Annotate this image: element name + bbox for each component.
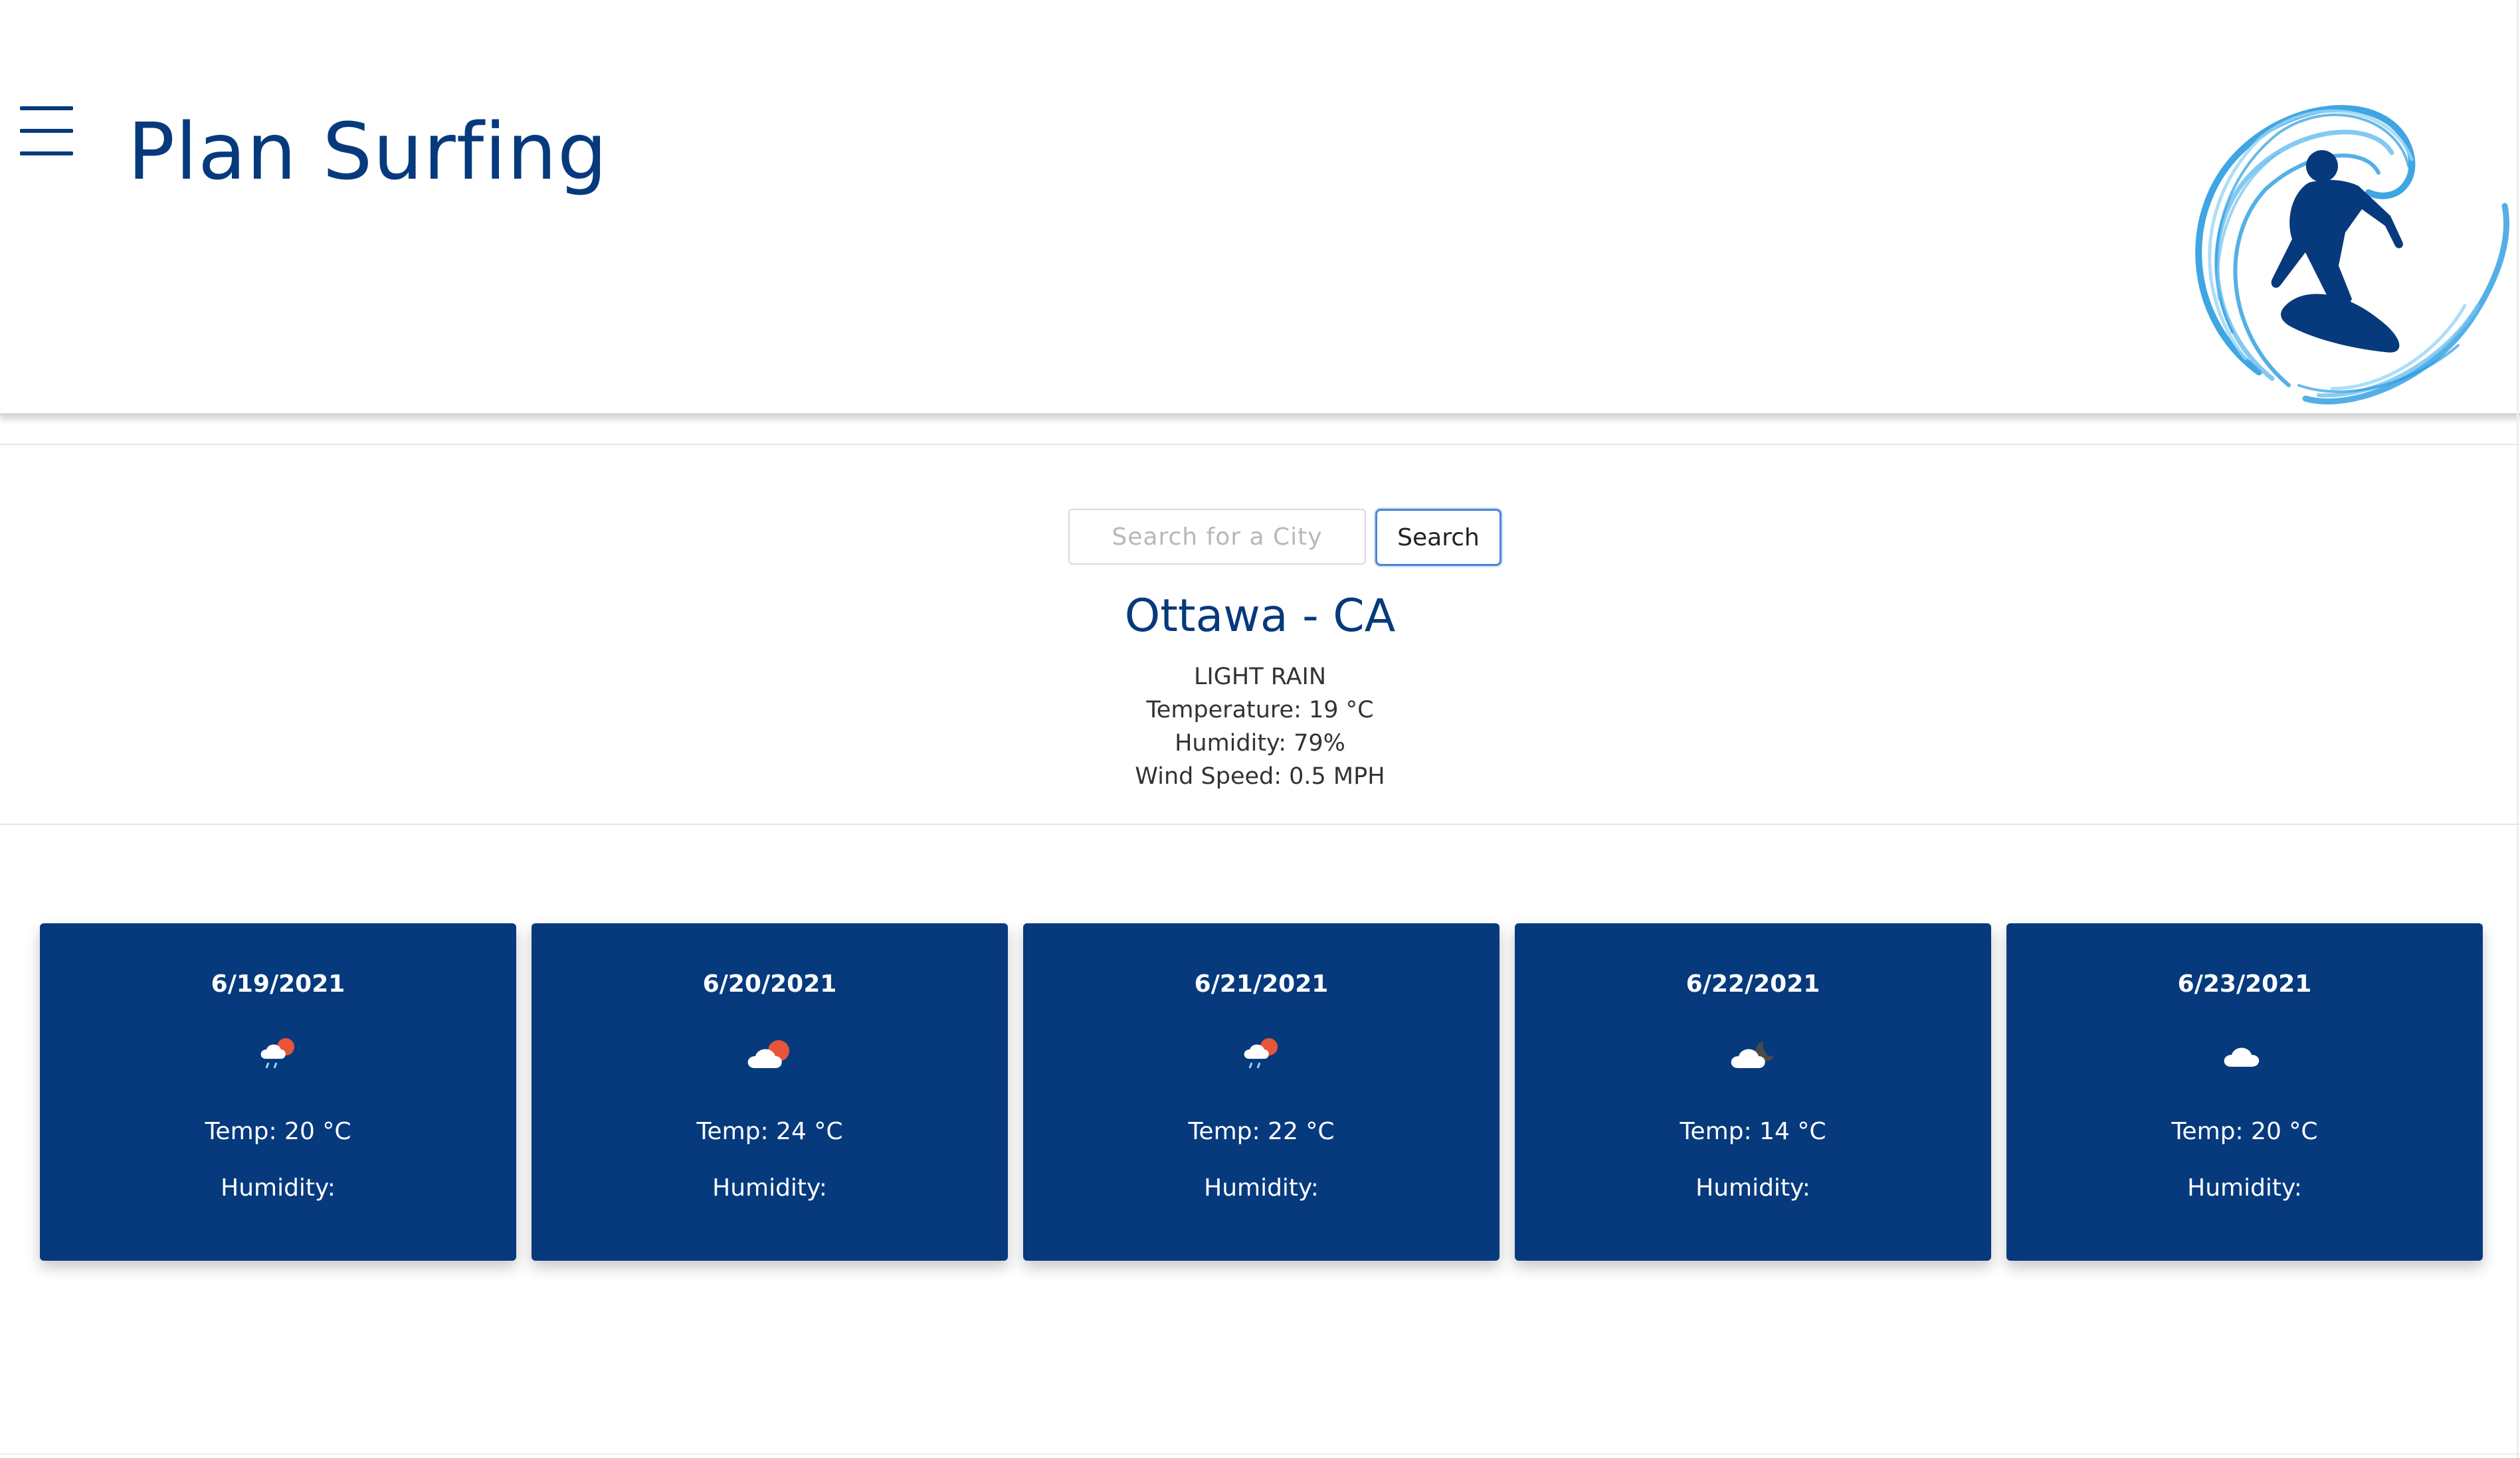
surfer-wave-logo [2195, 105, 2509, 405]
forecast-humidity: Humidity: [221, 1174, 336, 1202]
forecast-row: 6/19/2021 Temp: 20 °C Humidity: 6/20/202… [40, 923, 2485, 1262]
current-weather: Ottawa - CA LIGHT RAIN Temperature: 19 °… [0, 585, 2520, 793]
search-button[interactable]: Search [1375, 509, 1502, 566]
hamburger-bar [20, 151, 73, 155]
forecast-card: 6/19/2021 Temp: 20 °C Humidity: [40, 923, 516, 1261]
partly-cloudy-night-icon [1731, 1042, 1774, 1068]
divider [0, 444, 2520, 445]
forecast-humidity: Humidity: [1204, 1174, 1319, 1202]
forecast-temp: Temp: 20 °C [205, 1118, 351, 1145]
current-details: LIGHT RAIN Temperature: 19 °C Humidity: … [0, 660, 2520, 793]
forecast-date: 6/20/2021 [702, 970, 837, 998]
forecast-card: 6/22/2021 Temp: 14 °C Humidity: [1515, 923, 1991, 1261]
search-form: Search [0, 509, 2520, 567]
page-title: Plan Surfing [128, 106, 608, 197]
divider [0, 824, 2520, 825]
forecast-date: 6/19/2021 [211, 970, 345, 998]
hamburger-icon[interactable] [20, 105, 73, 157]
hamburger-bar [20, 129, 73, 133]
forecast-humidity: Humidity: [712, 1174, 827, 1202]
footer-divider [0, 1453, 2520, 1455]
current-temperature: Temperature: 19 °C [1146, 697, 1374, 723]
hamburger-bar [20, 106, 73, 110]
partly-cloudy-day-icon [747, 1040, 789, 1068]
current-wind-speed: Wind Speed: 0.5 MPH [1135, 763, 1385, 790]
light-rain-sun-icon [1244, 1038, 1278, 1069]
forecast-card: 6/21/2021 Temp: 22 °C Humidity: [1023, 923, 1500, 1261]
forecast-card: 6/20/2021 Temp: 24 °C Humidity: [532, 923, 1008, 1261]
forecast-temp: Temp: 22 °C [1188, 1118, 1335, 1145]
forecast-date: 6/22/2021 [1686, 970, 1820, 998]
scrollbar-track [2517, 0, 2519, 1458]
site-header: Plan Surfing [0, 0, 2520, 415]
forecast-temp: Temp: 14 °C [1680, 1118, 1826, 1145]
light-rain-sun-icon [260, 1038, 294, 1069]
current-humidity: Humidity: 79% [1175, 730, 1345, 757]
search-input[interactable] [1068, 509, 1366, 565]
forecast-temp: Temp: 20 °C [2171, 1118, 2318, 1145]
forecast-humidity: Humidity: [1696, 1174, 1810, 1202]
forecast-humidity: Humidity: [2187, 1174, 2302, 1202]
forecast-card: 6/23/2021 Temp: 20 °C Humidity: [2006, 923, 2483, 1261]
cloud-icon [2224, 1048, 2259, 1067]
weather-condition: LIGHT RAIN [1193, 664, 1327, 690]
forecast-date: 6/23/2021 [2177, 970, 2312, 998]
forecast-date: 6/21/2021 [1194, 970, 1329, 998]
city-name: Ottawa - CA [1124, 590, 1396, 642]
forecast-temp: Temp: 24 °C [696, 1118, 843, 1145]
